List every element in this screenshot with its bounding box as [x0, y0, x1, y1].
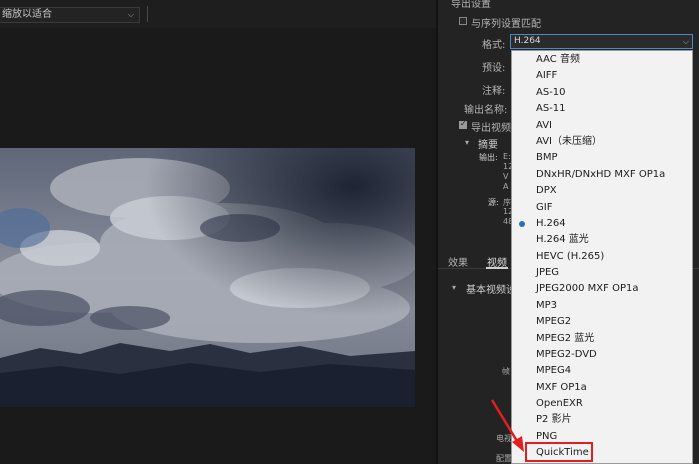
format-option[interactable]: AVI: [536, 120, 552, 132]
summary-output-fragment: E:: [503, 152, 511, 161]
format-option[interactable]: MP3: [536, 300, 557, 312]
format-option[interactable]: AAC 音频: [536, 54, 580, 66]
active-tab-indicator: [486, 267, 508, 269]
format-option[interactable]: JPEG: [536, 267, 559, 279]
format-option[interactable]: AVI（未压缩）: [536, 136, 602, 148]
format-option[interactable]: HEVC (H.265): [536, 251, 604, 263]
export-video-checkbox[interactable]: [459, 119, 467, 129]
format-option[interactable]: MXF OP1a: [536, 382, 587, 394]
selected-radio-dot-icon: [519, 221, 525, 227]
format-select-value: H.264: [514, 36, 541, 46]
format-select[interactable]: H.264 ⌵: [510, 34, 693, 49]
basic-video-settings-header: 基本视频设: [466, 285, 516, 296]
export-video-label: 导出视频: [471, 123, 511, 134]
format-label: 格式:: [482, 40, 506, 51]
preset-label: 预设:: [482, 63, 506, 74]
red-arrow-icon: [490, 399, 524, 452]
summary-output-label: 输出:: [479, 153, 498, 162]
export-settings-title: 导出设置: [451, 0, 491, 10]
format-option[interactable]: BMP: [536, 152, 558, 164]
format-option[interactable]: H.264 蓝光: [536, 234, 589, 246]
match-sequence-label: 与序列设置匹配: [471, 19, 541, 30]
collapse-triangle-icon[interactable]: ▾: [452, 283, 456, 292]
format-option[interactable]: MPEG4: [536, 365, 571, 377]
quicktime-highlight-box: [525, 442, 593, 462]
format-option[interactable]: AS-11: [536, 103, 566, 115]
comments-label: 注释:: [482, 86, 506, 97]
format-option[interactable]: OpenEXR: [536, 398, 583, 410]
video-preview-frame: [0, 148, 415, 407]
chevron-down-icon: ⌵: [127, 10, 134, 19]
format-option[interactable]: MPEG2: [536, 316, 571, 328]
toolbar-divider: [147, 6, 148, 22]
summary-output-fragment: V: [503, 172, 509, 181]
output-name-label: 输出名称:: [464, 105, 508, 116]
frame-fragment-label: 帧: [502, 367, 510, 376]
match-sequence-checkbox[interactable]: [459, 17, 467, 25]
format-option[interactable]: GIF: [536, 202, 552, 214]
summary-output-fragment: A: [503, 182, 509, 191]
format-option[interactable]: AS-10: [536, 87, 566, 99]
summary-source-label: 源:: [488, 198, 499, 207]
format-option[interactable]: P2 影片: [536, 414, 572, 426]
format-option[interactable]: JPEG2000 MXF OP1a: [536, 283, 638, 295]
fit-zoom-label: 缩放以适合: [2, 9, 52, 20]
chevron-down-icon: ⌵: [682, 37, 689, 46]
format-option[interactable]: DPX: [536, 185, 557, 197]
fit-zoom-select[interactable]: 缩放以适合 ⌵: [0, 7, 140, 23]
format-option[interactable]: AIFF: [536, 70, 557, 82]
format-dropdown-list: AAC 音频 AIFF AS-10 AS-11 AVI AVI（未压缩） BMP…: [511, 50, 693, 464]
format-option[interactable]: DNxHR/DNxHD MXF OP1a: [536, 169, 665, 181]
summary-label: 摘要: [478, 140, 498, 151]
format-option[interactable]: MPEG2-DVD: [536, 349, 597, 361]
format-option[interactable]: MPEG2 蓝光: [536, 333, 594, 345]
tab-effects[interactable]: 效果: [448, 254, 468, 269]
format-option-selected[interactable]: H.264: [536, 218, 566, 230]
collapse-triangle-icon[interactable]: ▾: [465, 138, 469, 147]
